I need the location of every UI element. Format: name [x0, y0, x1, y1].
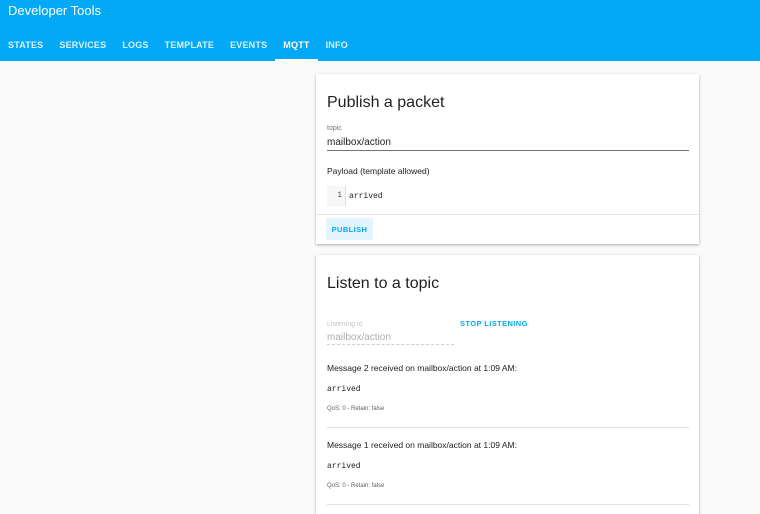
publish-card-title: Publish a packet	[327, 94, 445, 111]
tab-template[interactable]: TEMPLATE	[157, 31, 222, 61]
message-payload: arrived	[327, 462, 361, 471]
tab-services[interactable]: SERVICES	[51, 31, 114, 61]
tab-mqtt[interactable]: MQTT	[275, 31, 318, 61]
app-header: Developer Tools STATES SERVICES LOGS TEM…	[0, 0, 760, 61]
line-number: 1	[327, 186, 346, 206]
topic-label: topic	[327, 125, 342, 132]
message-heading: Message 1 received on mailbox/action at …	[327, 440, 517, 450]
page-title: Developer Tools	[8, 3, 101, 18]
message-meta: QoS: 0 - Retain: false	[327, 483, 385, 489]
payload-label: Payload (template allowed)	[327, 166, 430, 176]
tab-states[interactable]: STATES	[0, 31, 51, 61]
payload-code[interactable]: arrived	[346, 192, 383, 201]
message-item: Message 1 received on mailbox/action at …	[327, 439, 689, 490]
publish-card: Publish a packet topic Payload (template…	[316, 74, 699, 244]
topic-input[interactable]	[327, 134, 689, 151]
message-meta: QoS: 0 - Retain: false	[327, 406, 385, 412]
stop-listening-button[interactable]: STOP LISTENING	[456, 317, 532, 329]
message-divider	[327, 427, 689, 428]
listening-topic-input	[327, 330, 454, 345]
message-divider	[327, 504, 689, 505]
message-item: Message 2 received on mailbox/action at …	[327, 362, 689, 413]
tab-info[interactable]: INFO	[318, 31, 356, 61]
tab-logs[interactable]: LOGS	[114, 31, 156, 61]
card-actions-divider	[316, 214, 699, 215]
message-heading: Message 2 received on mailbox/action at …	[327, 363, 517, 373]
tab-bar: STATES SERVICES LOGS TEMPLATE EVENTS MQT…	[0, 31, 356, 61]
payload-editor[interactable]: 1 arrived	[327, 186, 689, 206]
tab-events[interactable]: EVENTS	[222, 31, 275, 61]
publish-button[interactable]: PUBLISH	[326, 218, 373, 240]
listening-label: Listening to	[327, 321, 363, 328]
message-payload: arrived	[327, 385, 361, 394]
listen-card: Listen to a topic Listening to STOP LIST…	[316, 255, 699, 514]
listen-card-title: Listen to a topic	[327, 275, 440, 292]
